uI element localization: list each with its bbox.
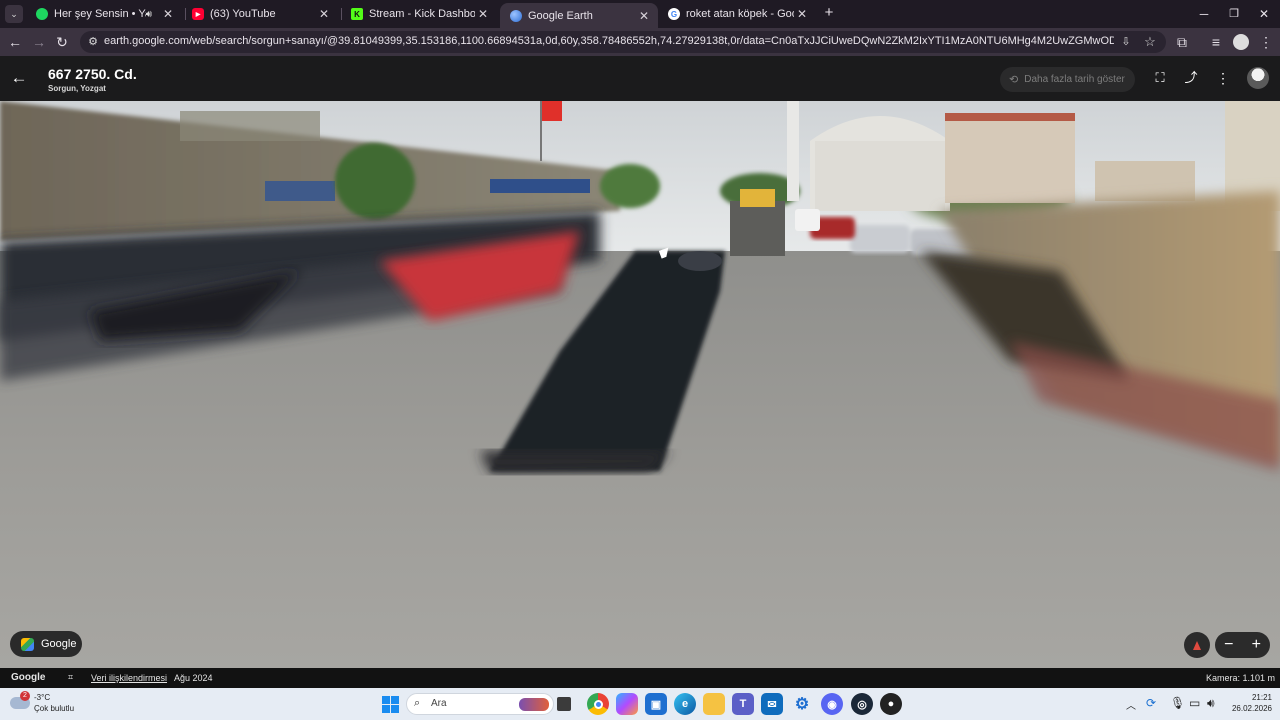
network-sync-icon[interactable]: ⟳ <box>1146 696 1156 710</box>
imagery-date: Ağu 2024 <box>174 673 213 683</box>
store-icon[interactable]: ▣ <box>645 693 667 715</box>
clock-date: 26.02.2026 <box>1231 704 1272 713</box>
zoom-controls: − + <box>1215 632 1270 658</box>
share-icon[interactable]: ⤴ <box>1182 69 1200 87</box>
search-placeholder: Ara <box>431 698 447 709</box>
tab-kick[interactable]: K Stream - Kick Dashboard ✕ <box>341 2 497 26</box>
extensions-icon[interactable]: ⧉ <box>1172 32 1192 52</box>
restore-icon[interactable]: ❐ <box>1226 7 1242 21</box>
zoom-out-icon[interactable]: − <box>1215 632 1243 658</box>
task-view-icon[interactable] <box>557 697 571 711</box>
steam-icon[interactable]: ◎ <box>851 693 873 715</box>
volume-icon[interactable]: 🔊︎ <box>1207 696 1215 711</box>
tab-youtube[interactable]: ▶ (63) YouTube ✕ <box>182 2 338 26</box>
windows-taskbar: 2 -3°C Çok bulutlu ⌕ Ara ▣ e T ✉ ⚙ ◉ ◎ ●… <box>0 688 1280 720</box>
close-tab-icon[interactable]: ✕ <box>636 8 652 24</box>
install-app-icon[interactable]: ⇩ <box>1118 34 1134 50</box>
bookmark-star-icon[interactable]: ☆ <box>1142 34 1158 50</box>
street-view-panorama[interactable]: Google − + <box>0 101 1280 668</box>
tab-label: Google Earth <box>528 9 593 22</box>
back-arrow-icon[interactable]: ← <box>10 69 28 87</box>
search-icon: ⌕ <box>414 697 421 709</box>
tab-spotify[interactable]: Her şey Sensin • Yalın 🔊︎ ✕ <box>26 2 182 26</box>
address-bar[interactable]: ⚙ earth.google.com/web/search/sorgun+san… <box>80 31 1166 53</box>
place-title: 667 2750. Cd. <box>48 66 137 82</box>
microphone-icon[interactable]: 🎙︎ <box>1170 696 1185 710</box>
new-tab-button[interactable]: + <box>821 5 837 21</box>
compass-icon[interactable] <box>1184 632 1210 658</box>
minimize-icon[interactable]: ─ <box>1196 7 1212 21</box>
tab-label: Her şey Sensin • Yalın <box>54 8 146 20</box>
weather-widget[interactable]: 2 -3°C Çok bulutlu <box>10 691 90 717</box>
forward-icon[interactable]: → <box>29 32 49 52</box>
street-view-image <box>0 101 1280 668</box>
fullscreen-icon[interactable]: ⛶ <box>1151 69 1169 87</box>
show-more-dates-button[interactable]: ⟲ Daha fazla tarih göster <box>1000 67 1135 92</box>
site-info-icon[interactable]: ⚙ <box>86 35 100 49</box>
profile-avatar[interactable] <box>1231 32 1251 52</box>
tab-label: roket atan köpek - Google'da A <box>686 8 794 20</box>
browser-tab-strip: ⌄ Her şey Sensin • Yalın 🔊︎ ✕ ▶ (63) You… <box>0 0 1280 28</box>
weather-badge: 2 <box>20 691 30 701</box>
place-subtitle: Sorgun, Yozgat <box>48 84 106 93</box>
clock[interactable]: 21:21 26.02.2026 <box>1222 692 1272 714</box>
tab-label: Stream - Kick Dashboard <box>369 8 475 20</box>
taskbar-search-box[interactable]: ⌕ Ara <box>406 693 554 715</box>
earth-header: ← 667 2750. Cd. Sorgun, Yozgat ⟲ Daha fa… <box>0 56 1280 101</box>
speaker-icon[interactable]: 🔊︎ <box>146 9 152 20</box>
tab-google-earth[interactable]: Google Earth ✕ <box>500 3 658 28</box>
clock-time: 21:21 <box>1251 693 1272 702</box>
obs-icon[interactable]: ● <box>880 693 902 715</box>
file-explorer-icon[interactable] <box>703 693 725 715</box>
media-control-icon[interactable]: ≡ <box>1206 32 1226 52</box>
imagery-attribution-link[interactable]: Veri ilişkilendirmesi <box>91 673 167 683</box>
edge-icon[interactable]: e <box>674 693 696 715</box>
weather-desc: Çok bulutlu <box>34 704 75 713</box>
kick-icon: K <box>351 8 363 20</box>
google-earth-button[interactable]: Google <box>10 631 82 657</box>
account-avatar[interactable] <box>1247 67 1269 89</box>
close-window-icon[interactable]: ✕ <box>1256 7 1272 21</box>
mail-icon[interactable]: ✉ <box>761 693 783 715</box>
camera-altitude: Kamera: 1.101 m <box>1206 673 1276 683</box>
teams-icon[interactable]: T <box>732 693 754 715</box>
close-tab-icon[interactable]: ✕ <box>475 6 491 22</box>
start-icon[interactable] <box>379 693 401 715</box>
youtube-icon: ▶ <box>192 8 204 20</box>
google-earth-icon <box>510 9 522 22</box>
discord-icon[interactable]: ◉ <box>821 693 843 715</box>
scale-icon: ⌗ <box>68 672 74 682</box>
google-logo: Google <box>11 672 46 683</box>
tab-google-search[interactable]: G roket atan köpek - Google'da A ✕ <box>658 2 816 26</box>
tab-label: (63) YouTube <box>210 8 276 20</box>
spotify-icon <box>36 8 48 20</box>
history-button-label: Daha fazla tarih göster <box>1024 74 1125 85</box>
browser-menu-icon[interactable]: ⋮ <box>1256 32 1276 52</box>
chrome-icon[interactable] <box>587 693 609 715</box>
browser-toolbar: ← → ↻ ⚙ earth.google.com/web/search/sorg… <box>0 28 1280 56</box>
show-hidden-icons-chevron[interactable]: ︿ <box>1126 697 1136 712</box>
google-earth-logo-icon <box>21 637 34 651</box>
more-options-icon[interactable]: ⋮ <box>1214 69 1232 87</box>
google-icon: G <box>668 8 680 20</box>
zoom-in-icon[interactable]: + <box>1243 632 1271 658</box>
weather-temp: -3°C <box>34 693 51 702</box>
display-icon[interactable]: ▭ <box>1189 696 1200 710</box>
close-tab-icon[interactable]: ✕ <box>316 6 332 22</box>
history-icon: ⟲ <box>1009 74 1019 86</box>
url-text[interactable]: earth.google.com/web/search/sorgun+sanay… <box>104 35 1114 47</box>
back-icon[interactable]: ← <box>5 32 25 52</box>
tab-search-button[interactable]: ⌄ <box>5 5 23 23</box>
close-tab-icon[interactable]: ✕ <box>160 6 176 22</box>
copilot-icon[interactable] <box>616 693 638 715</box>
reload-icon[interactable]: ↻ <box>52 32 72 52</box>
earth-status-bar: Google ⌗ Veri ilişkilendirmesi Ağu 2024 … <box>0 668 1280 688</box>
settings-gear-icon[interactable]: ⚙ <box>791 693 813 715</box>
google-button-label: Google <box>41 638 77 650</box>
search-highlight-image <box>519 698 549 711</box>
close-tab-icon[interactable]: ✕ <box>794 6 810 22</box>
